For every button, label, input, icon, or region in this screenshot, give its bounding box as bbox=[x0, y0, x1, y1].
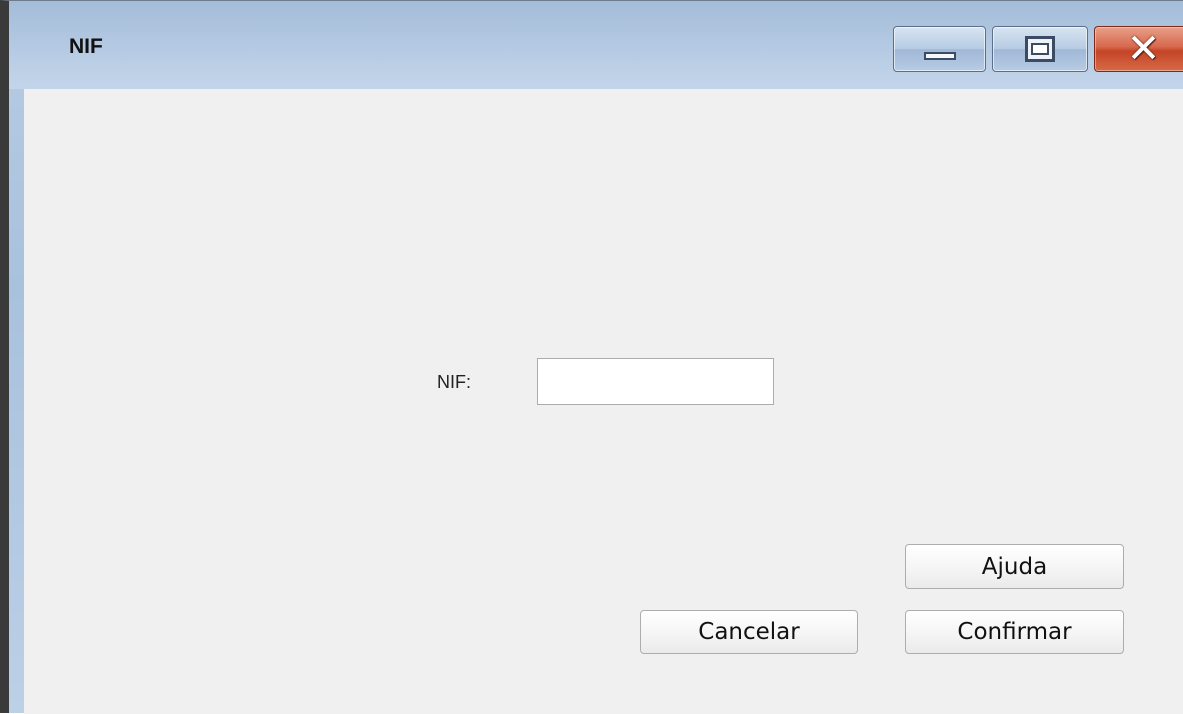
cancel-button[interactable]: Cancelar bbox=[640, 610, 858, 654]
nif-label: NIF: bbox=[437, 372, 471, 392]
window-title: NIF bbox=[69, 35, 103, 58]
help-button[interactable]: Ajuda bbox=[905, 544, 1124, 589]
nif-input[interactable] bbox=[537, 358, 774, 405]
maximize-button[interactable] bbox=[992, 26, 1088, 72]
confirm-button[interactable]: Confirmar bbox=[905, 610, 1124, 654]
minimize-button[interactable] bbox=[893, 26, 986, 72]
title-bar[interactable]: NIF ✕ bbox=[9, 1, 1183, 89]
close-icon: ✕ bbox=[1126, 26, 1161, 72]
dialog-window: NIF ✕ bbox=[0, 0, 1183, 714]
minimize-icon bbox=[923, 52, 956, 60]
maximize-icon bbox=[1025, 36, 1055, 62]
close-button[interactable]: ✕ bbox=[1094, 26, 1183, 72]
